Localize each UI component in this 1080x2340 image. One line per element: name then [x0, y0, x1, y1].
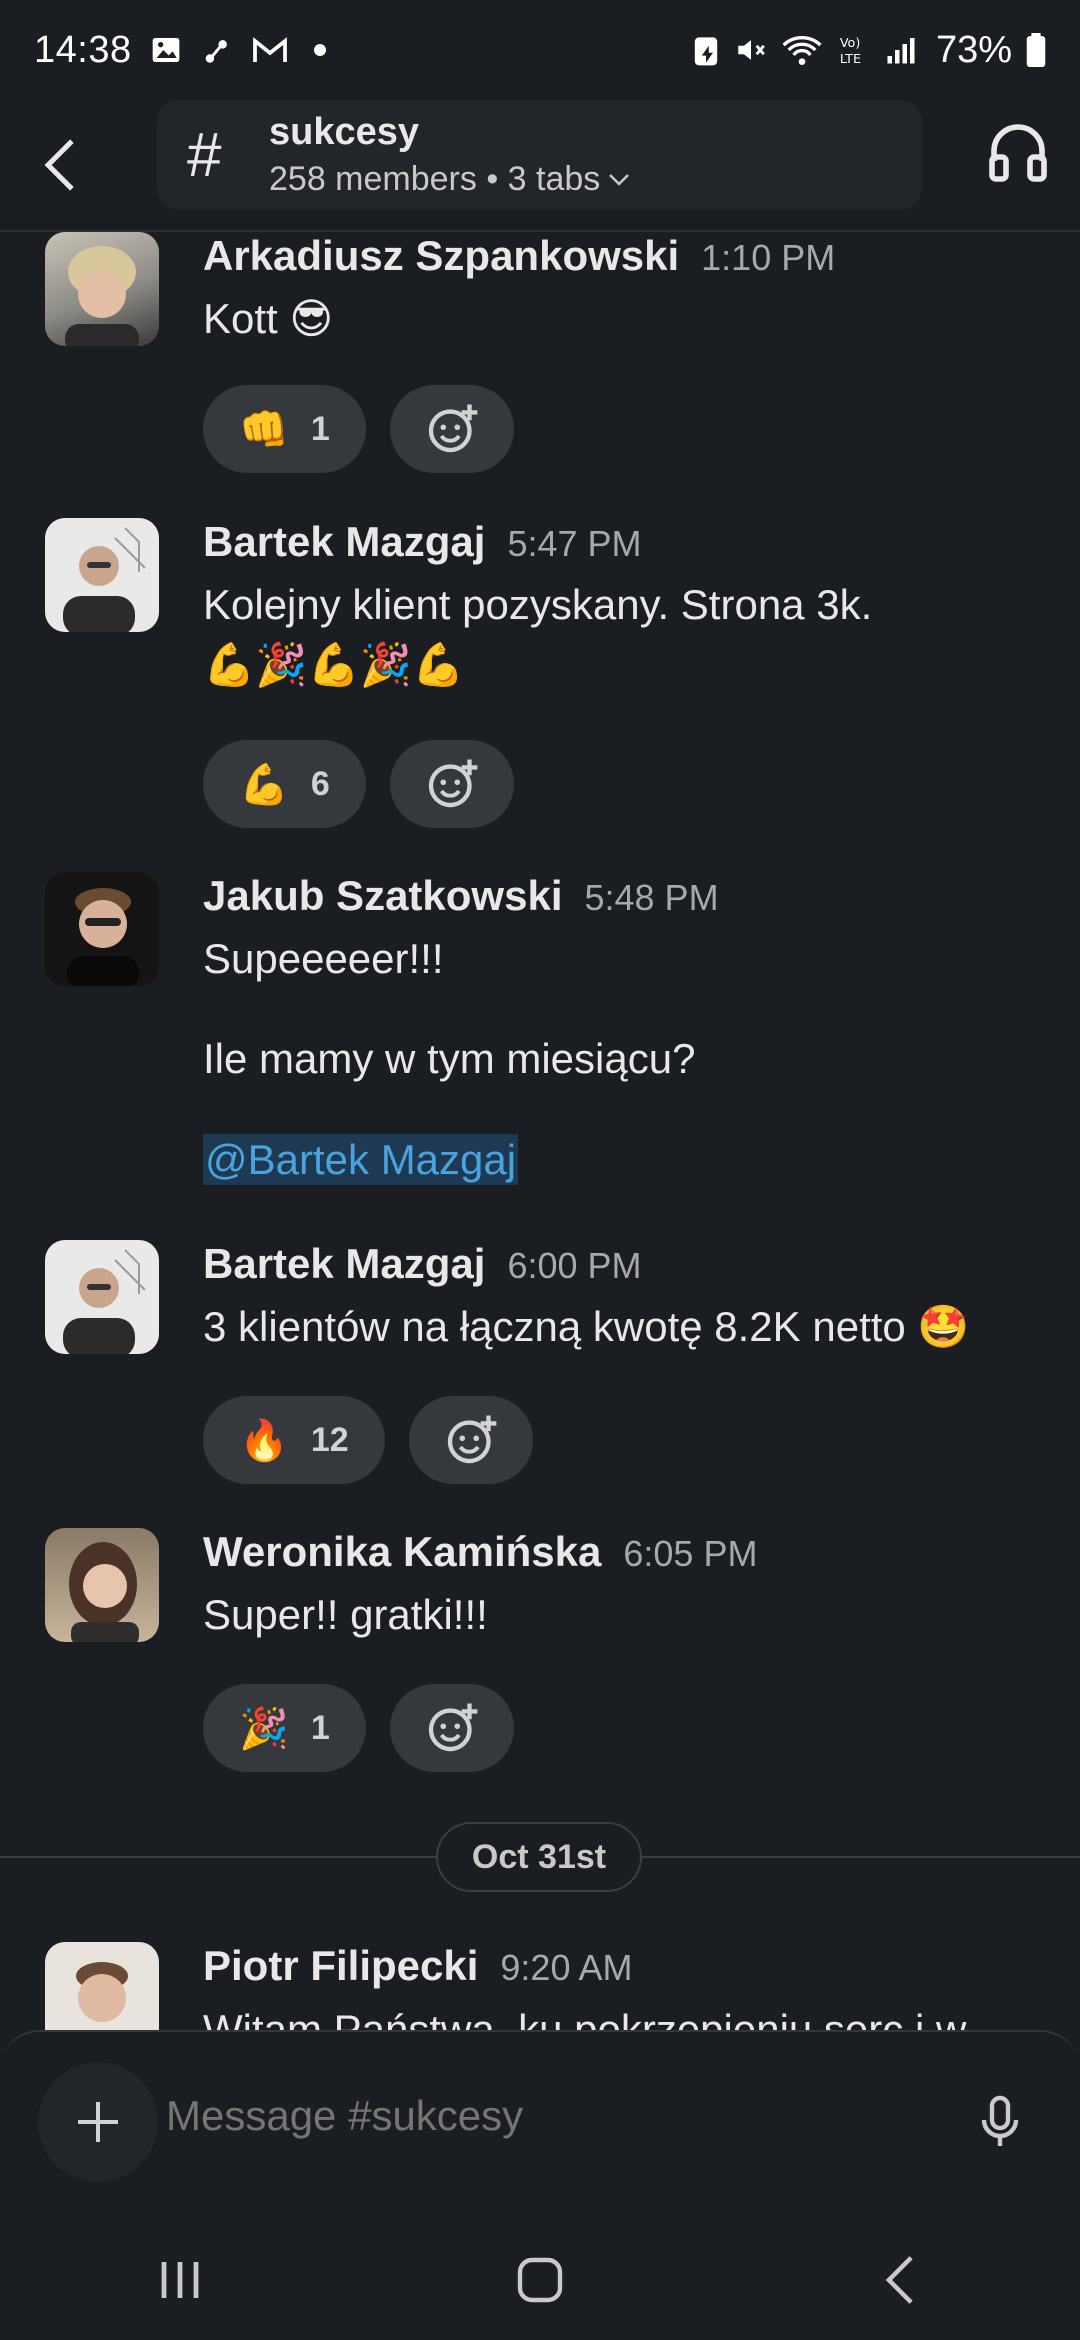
recent-apps-button[interactable] — [100, 2230, 260, 2330]
wifi-icon — [782, 36, 822, 65]
reaction-pill[interactable]: 🎉 1 — [203, 1684, 366, 1772]
message-author[interactable]: Bartek Mazgaj — [203, 1240, 485, 1288]
reaction-count: 1 — [310, 409, 330, 448]
back-button[interactable] — [0, 99, 120, 231]
tracking-icon — [205, 40, 227, 63]
message-emoji-line: 💪🎉💪🎉💪 — [203, 641, 465, 689]
reaction-count: 12 — [310, 1420, 349, 1459]
avatar[interactable] — [45, 872, 159, 986]
mute-icon — [738, 40, 765, 60]
reaction-emoji: 🔥 — [239, 1418, 289, 1463]
add-emoji-icon — [447, 1415, 497, 1464]
reaction-pill[interactable]: 🔥 12 — [203, 1396, 385, 1484]
avatar-image — [63, 1249, 146, 1354]
message-author[interactable]: Piotr Filipecki — [203, 1942, 478, 1990]
message-text: Kolejny klient pozyskany. Strona 3k. — [203, 581, 873, 628]
svg-text:LTE: LTE — [840, 52, 861, 67]
message-author[interactable]: Bartek Mazgaj — [203, 518, 485, 566]
chevron-down-icon — [609, 173, 630, 186]
add-reaction-button[interactable] — [408, 1396, 533, 1484]
message-text: Kott 😎 — [203, 295, 334, 342]
recent-apps-icon — [161, 2262, 199, 2298]
avatar-image — [67, 888, 139, 986]
battery-icon — [1026, 33, 1046, 67]
add-emoji-icon — [428, 1703, 478, 1752]
message-timestamp: 6:00 PM — [507, 1245, 642, 1286]
reaction-emoji: 👊 — [239, 407, 289, 452]
channel-name: sukcesy — [269, 111, 420, 153]
huddle-button[interactable] — [986, 120, 1050, 190]
date-divider[interactable]: Oct 31st — [436, 1822, 642, 1892]
microphone-icon — [981, 2095, 1019, 2146]
avatar-image — [69, 1542, 139, 1642]
add-reaction-button[interactable] — [389, 740, 514, 828]
message-timestamp: 9:20 AM — [500, 1947, 633, 1988]
status-time: 14:38 — [34, 28, 132, 71]
reaction-count: 6 — [310, 764, 330, 803]
plus-icon — [78, 2102, 118, 2142]
reaction-count: 1 — [310, 1708, 330, 1747]
reaction-pill[interactable]: 👊 1 — [203, 385, 366, 473]
message-text: 3 klientów na łączną kwotę 8.2K netto 🤩 — [203, 1303, 970, 1350]
message-timestamp: 5:47 PM — [507, 523, 642, 564]
home-button[interactable] — [460, 2230, 620, 2330]
battery-saver-icon — [694, 37, 718, 66]
signal-icon — [887, 38, 915, 64]
message-author[interactable]: Arkadiusz Szpankowski — [203, 232, 679, 280]
reactions-row: 🔥 12 — [203, 1396, 533, 1484]
system-back-button[interactable] — [820, 2230, 980, 2330]
message-author[interactable]: Weronika Kamińska — [203, 1528, 601, 1576]
message-timestamp: 1:10 PM — [701, 237, 836, 278]
add-emoji-icon — [428, 759, 478, 808]
message-timestamp: 6:05 PM — [623, 1533, 758, 1574]
avatar[interactable] — [45, 1240, 159, 1354]
avatar[interactable] — [45, 518, 159, 632]
reaction-pill[interactable]: 💪 6 — [203, 740, 366, 828]
message-timestamp: 5:48 PM — [584, 877, 719, 918]
back-chevron-icon — [885, 2256, 913, 2304]
message-text: Ile mamy w tym miesiącu? — [203, 1035, 696, 1083]
user-mention[interactable]: @Bartek Mazgaj — [203, 1133, 519, 1185]
voice-message-button[interactable] — [970, 2090, 1030, 2154]
add-reaction-button[interactable] — [389, 385, 514, 473]
svg-text:Vo): Vo) — [840, 36, 861, 51]
reaction-emoji: 🎉 — [239, 1706, 289, 1751]
avatar-image — [63, 527, 146, 632]
reactions-row: 👊 1 — [203, 385, 514, 473]
channel-header: # sukcesy 258 members • 3 tabs — [0, 100, 1080, 232]
gmail-icon — [252, 37, 287, 62]
attach-button[interactable] — [38, 2062, 158, 2182]
add-emoji-icon — [428, 404, 478, 453]
notification-dot-icon — [313, 44, 326, 56]
avatar-image — [65, 246, 139, 346]
back-arrow-icon — [44, 139, 74, 191]
channel-meta: 258 members • 3 tabs — [269, 160, 601, 198]
message-input[interactable] — [166, 2092, 926, 2140]
volte-icon: Vo)LTE — [840, 36, 861, 67]
message-text: Super!! gratki!!! — [203, 1591, 488, 1638]
message-text: Supeeeeer!!! — [203, 935, 444, 982]
reaction-emoji: 💪 — [239, 762, 289, 807]
reactions-row: 💪 6 — [203, 740, 514, 828]
avatar[interactable] — [45, 1528, 159, 1642]
status-bar: 14:38 Vo) LTE 73% — [0, 0, 1080, 100]
message-author[interactable]: Jakub Szatkowski — [203, 872, 562, 920]
channel-title-button[interactable]: # sukcesy 258 members • 3 tabs — [157, 100, 922, 210]
reactions-row: 🎉 1 — [203, 1684, 514, 1772]
headphones-icon — [989, 124, 1047, 182]
home-icon — [517, 2257, 563, 2303]
gallery-icon — [152, 38, 179, 62]
hash-icon: # — [187, 120, 222, 190]
system-nav-bar — [0, 2220, 1080, 2340]
battery-percent: 73% — [935, 28, 1012, 71]
avatar[interactable] — [45, 232, 159, 346]
add-reaction-button[interactable] — [389, 1684, 514, 1772]
